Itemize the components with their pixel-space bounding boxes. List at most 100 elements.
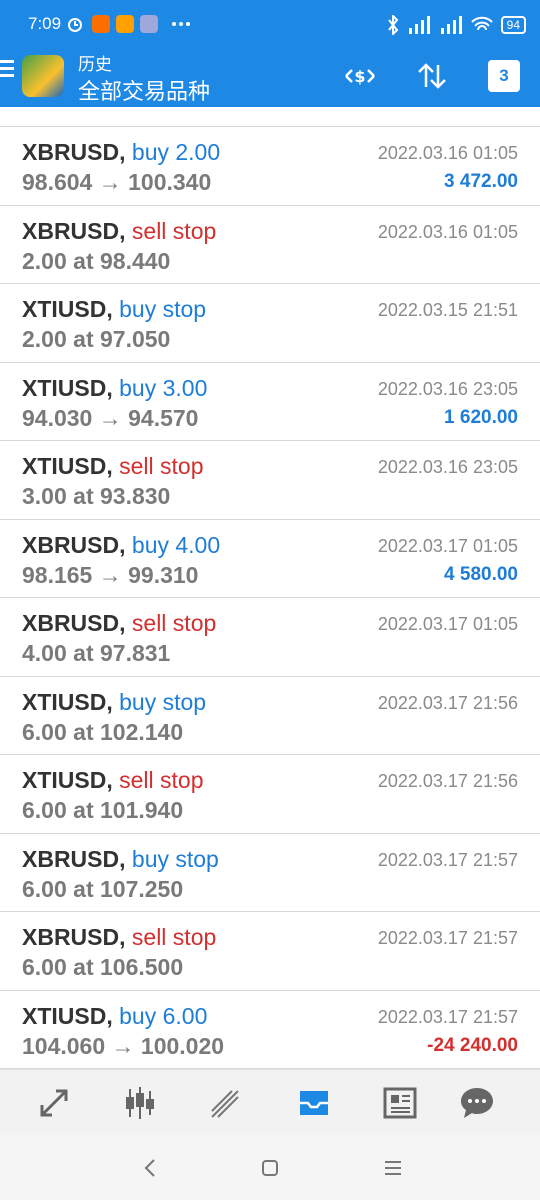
sort-icon — [418, 63, 446, 89]
quotes-icon — [40, 1089, 68, 1117]
sort-button[interactable] — [412, 56, 452, 96]
trade-symbol: XTIUSD, — [22, 374, 113, 401]
nav-chat[interactable] — [456, 1082, 498, 1124]
trade-date: 2022.03.15 21:51 — [377, 300, 518, 320]
app-logo — [22, 55, 64, 97]
trade-row[interactable]: XTIUSD, sell stop 3.00 at 93.830 2022.03.1… — [0, 441, 540, 520]
trade-detail: 104.060 → 100.020 — [22, 1032, 225, 1059]
status-bar: 7:09 94 — [0, 0, 540, 50]
signal-2-icon — [440, 16, 462, 34]
history-icon — [300, 1091, 328, 1115]
trade-action: sell stop — [131, 217, 217, 244]
chat-icon — [461, 1088, 493, 1118]
trade-symbol: XTIUSD, — [22, 453, 113, 479]
trade-profit: -24 240.00 — [427, 1034, 518, 1056]
wifi-icon — [470, 16, 493, 31]
nav-chart[interactable] — [119, 1082, 161, 1124]
back-button[interactable] — [135, 1153, 165, 1183]
trade-action: buy 2.00 — [131, 139, 221, 165]
mi-app-icon — [92, 15, 110, 33]
trade-title: XTIUSD, buy 3.00 — [22, 375, 207, 402]
trade-detail: 3.00 at 93.830 — [22, 483, 171, 509]
trade-action: buy 4.00 — [131, 531, 221, 558]
trade-profit: 3 472.00 — [444, 171, 518, 192]
home-button[interactable] — [255, 1153, 285, 1183]
page-subtitle: 历史 — [78, 55, 112, 74]
trade-symbol: XBRUSD, — [22, 531, 126, 558]
trade-detail: 98.604 → 100.340 — [22, 169, 212, 195]
nav-news[interactable] — [379, 1082, 421, 1124]
trade-title: XBRUSD, buy 4.00 — [22, 532, 220, 559]
back-icon — [144, 1159, 155, 1177]
trade-row[interactable]: XBRUSD, sell stop 2.00 at 98.440 2022.03.1… — [0, 206, 540, 284]
trade-icon — [211, 1090, 239, 1118]
system-navigation-bar — [0, 1135, 540, 1200]
trade-detail: 2.00 at 98.440 — [22, 247, 171, 274]
currency-exchange-icon: $ — [345, 67, 375, 86]
app-header: 7:09 94 历史 全部交易品种 $ 3 — [0, 0, 540, 107]
trade-title: XTIUSD, sell stop — [22, 767, 204, 794]
trade-row[interactable]: XTIUSD, buy 3.00 94.030 → 94.570 2022.03.1… — [0, 363, 540, 441]
more-dots-icon — [170, 15, 192, 33]
trade-row[interactable]: XTIUSD, sell stop 6.00 at 101.940 2022.03.… — [0, 755, 540, 834]
trade-row[interactable]: XBRUSD, buy stop 6.00 at 107.250 2022.03.1… — [0, 834, 540, 912]
trade-row[interactable]: XTIUSD, buy 6.00 104.060 → 100.020 2022.03… — [0, 991, 540, 1069]
page-title[interactable]: 全部交易品种 — [78, 74, 210, 106]
trade-title: XTIUSD, buy 6.00 — [22, 1003, 207, 1030]
trade-date: 2022.03.16 01:05 — [377, 221, 518, 242]
weibo-icon — [116, 15, 134, 33]
trade-date: 2022.03.17 01:05 — [377, 535, 518, 556]
currency-filter-button[interactable]: $ — [340, 56, 380, 96]
bluetooth-icon — [387, 15, 398, 35]
home-icon — [262, 1160, 278, 1176]
trade-title: XBRUSD, sell stop — [22, 218, 216, 245]
trade-symbol: XTIUSD, — [22, 767, 113, 793]
trade-row[interactable]: XBRUSD, sell stop 4.00 at 97.831 2022.03.1… — [0, 598, 540, 677]
trade-detail: 4.00 at 97.831 — [22, 640, 171, 666]
battery-indicator: 94 — [500, 16, 526, 34]
trade-row[interactable]: XBRUSD, sell stop 6.00 at 106.500 2022.03.… — [0, 912, 540, 991]
trade-title: XTIUSD, buy stop — [22, 689, 206, 716]
trade-symbol: XBRUSD, — [22, 845, 126, 872]
trade-symbol: XTIUSD, — [22, 296, 113, 322]
nav-history[interactable] — [293, 1082, 335, 1124]
trade-title: XBRUSD, buy stop — [22, 846, 219, 873]
trade-action: sell stop — [131, 610, 217, 636]
alarm-icon — [66, 15, 84, 33]
trade-symbol: XBRUSD, — [22, 217, 126, 244]
trade-action: sell stop — [131, 924, 217, 950]
trade-symbol: XBRUSD, — [22, 924, 126, 950]
trade-detail: 2.00 at 97.050 — [22, 326, 171, 352]
trade-symbol: XBRUSD, — [22, 139, 126, 165]
trade-row[interactable]: XBRUSD, buy 2.00 98.604 → 100.340 2022.03.… — [0, 127, 540, 206]
recents-button[interactable] — [378, 1153, 408, 1183]
calendar-button[interactable]: 3 — [484, 56, 524, 96]
menu-button[interactable] — [0, 60, 14, 80]
trade-symbol: XBRUSD, — [22, 610, 126, 636]
trade-history-list[interactable]: XBRUSD, buy 2.00 98.604 → 100.340 2022.03.… — [0, 107, 540, 1069]
trade-title: XBRUSD, buy 2.00 — [22, 139, 220, 166]
signal-icon — [408, 16, 430, 34]
trade-row[interactable]: XBRUSD, buy 4.00 98.165 → 99.310 2022.03.1… — [0, 520, 540, 598]
svg-text:$: $ — [354, 67, 365, 86]
nav-quotes[interactable] — [33, 1082, 75, 1124]
trade-detail: 98.165 → 99.310 — [22, 561, 199, 588]
trade-detail: 94.030 → 94.570 — [22, 404, 199, 431]
trade-date: 2022.03.17 21:56 — [377, 771, 518, 791]
trade-symbol: XTIUSD, — [22, 1002, 113, 1029]
trade-row[interactable]: XTIUSD, buy stop 6.00 at 102.140 2022.03.1… — [0, 677, 540, 755]
trade-date: 2022.03.16 23:05 — [377, 378, 518, 399]
trade-action: buy 6.00 — [119, 1002, 208, 1029]
trade-detail: 6.00 at 102.140 — [22, 718, 184, 745]
news-icon — [383, 1087, 417, 1119]
trade-symbol: XTIUSD, — [22, 688, 113, 715]
trade-row[interactable]: XTIUSD, buy stop 2.00 at 97.050 2022.03.15… — [0, 284, 540, 363]
calendar-icon: 3 — [488, 60, 520, 92]
trade-action: buy 3.00 — [119, 374, 208, 401]
nav-trade[interactable] — [205, 1082, 247, 1124]
trade-action: buy stop — [131, 845, 219, 872]
trade-action: buy stop — [119, 688, 207, 715]
trade-title: XBRUSD, sell stop — [22, 924, 216, 951]
trade-title: XBRUSD, sell stop — [22, 610, 216, 637]
list-item-partial — [0, 107, 540, 127]
